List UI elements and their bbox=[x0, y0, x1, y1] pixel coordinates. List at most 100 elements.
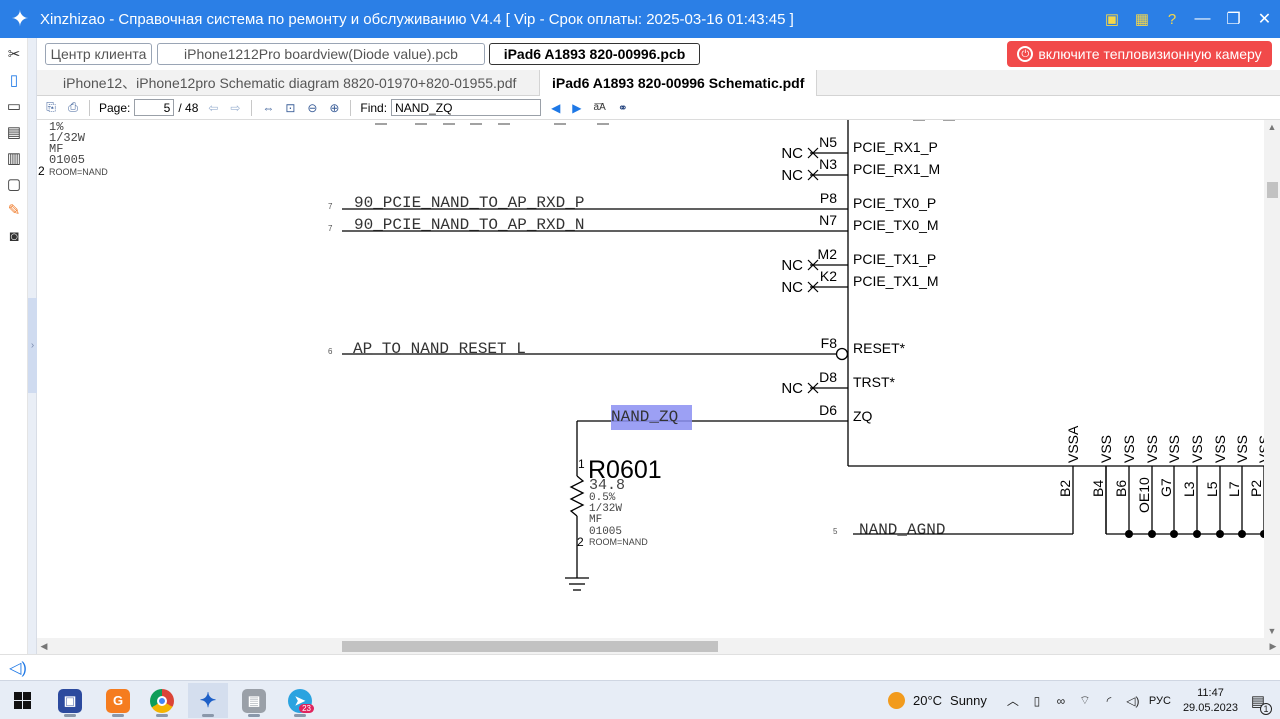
bottom-pin-name: VSS bbox=[1212, 435, 1228, 463]
speaker-icon[interactable]: ◁) bbox=[8, 658, 28, 678]
bottom-pin-name: VSSA bbox=[1065, 425, 1081, 463]
net-label-reset[interactable]: AP_TO_NAND_RESET_L bbox=[353, 340, 526, 358]
horizontal-scrollbar[interactable]: ◀ ▶ bbox=[37, 638, 1280, 654]
notification-count: 1 bbox=[1260, 702, 1272, 715]
toolbar-divider bbox=[350, 99, 352, 116]
page-input[interactable] bbox=[134, 99, 175, 116]
zoom-out-icon[interactable]: ⊖ bbox=[303, 99, 321, 117]
link-icon[interactable]: ∞ bbox=[1051, 694, 1071, 708]
zoom-in-icon[interactable]: ⊕ bbox=[325, 99, 343, 117]
clock[interactable]: 11:47 29.05.2023 bbox=[1183, 686, 1238, 716]
restore-button[interactable]: ❐ bbox=[1218, 0, 1249, 38]
tab-ipad6-boardview[interactable]: iPad6 A1893 820-00996.pcb bbox=[489, 43, 700, 65]
pin-number: M2 bbox=[818, 246, 838, 262]
taskbar-app-tool[interactable]: ▤ bbox=[234, 683, 274, 718]
cropped-net-fragment bbox=[375, 120, 955, 125]
find-next-icon[interactable]: ▶ bbox=[572, 101, 581, 115]
taskbar-app-telegram[interactable]: ➤ 23 bbox=[280, 683, 320, 718]
tab-iphone12-boardview[interactable]: iPhone1212Pro boardview(Diode value).pcb bbox=[157, 43, 485, 65]
expand-panel-handle[interactable]: › bbox=[28, 298, 37, 393]
open-file-icon[interactable]: ⎘ bbox=[42, 99, 60, 117]
save-copy-icon[interactable]: ⎙ bbox=[64, 99, 82, 117]
pin-name: PCIE_TX0_P bbox=[853, 195, 936, 211]
sun-icon bbox=[887, 692, 905, 709]
taskbar-app-xinzhizao[interactable]: ✦ bbox=[188, 683, 228, 718]
bottom-pin-name: VSS bbox=[1189, 435, 1205, 463]
pin-name: PCIE_TX1_P bbox=[853, 251, 936, 267]
help-icon[interactable]: ? bbox=[1161, 8, 1183, 30]
net-label-rxd-p[interactable]: 90_PCIE_NAND_TO_AP_RXD_P bbox=[354, 194, 584, 212]
weather-widget[interactable]: 20°C Sunny bbox=[887, 692, 987, 709]
telegram-badge: 23 bbox=[299, 704, 314, 713]
taskbar-app-orange[interactable]: G bbox=[98, 683, 138, 718]
scroll-right-icon[interactable]: ▶ bbox=[1266, 638, 1280, 654]
network-icon[interactable]: ⌔ bbox=[1075, 693, 1095, 708]
pdf-toolbar: ⎘ ⎙ Page: / 48 ⇦ ⇨ ⇔ ⊡ ⊖ ⊕ Find: ◀ ▶ a͞A… bbox=[37, 96, 1280, 120]
toolbar-divider bbox=[89, 99, 90, 116]
pin-number: F8 bbox=[821, 335, 838, 351]
find-input[interactable] bbox=[391, 99, 542, 116]
bottom-pin-number: B4 bbox=[1090, 480, 1106, 497]
pin-number: D8 bbox=[819, 369, 837, 385]
scroll-left-icon[interactable]: ◀ bbox=[37, 638, 51, 654]
floppy-disk-icon: ▣ bbox=[58, 688, 82, 713]
language-indicator[interactable]: РУС bbox=[1149, 695, 1171, 707]
thermal-camera-button[interactable]: ⏻ включите тепловизионную камеру bbox=[1007, 41, 1272, 67]
net-sheet-ref: 7 bbox=[328, 202, 333, 211]
minimize-button[interactable]: — bbox=[1187, 0, 1218, 38]
pin-name: PCIE_RX1_M bbox=[853, 161, 940, 177]
schematic-view[interactable]: 1% 1/32W MF 01005 2 ROOM=NAND NC NC NC N… bbox=[37, 120, 1264, 638]
bottom-pin-name: VSS bbox=[1256, 435, 1264, 463]
monitor-icon[interactable]: ▥ bbox=[0, 145, 28, 171]
net-label-zq[interactable]: NAND_ZQ bbox=[611, 408, 678, 426]
schematic-canvas[interactable]: 1% 1/32W MF 01005 2 ROOM=NAND NC NC NC N… bbox=[37, 120, 1264, 638]
resistor-r0601-symbol[interactable] bbox=[565, 470, 589, 591]
device-icon[interactable]: ▯ bbox=[1027, 694, 1047, 708]
find-label: Find: bbox=[360, 100, 388, 115]
scroll-down-icon[interactable]: ▼ bbox=[1264, 624, 1280, 638]
prev-page-icon[interactable]: ⇦ bbox=[204, 99, 222, 117]
net-label-agnd[interactable]: NAND_AGND bbox=[859, 521, 945, 539]
match-case-icon[interactable]: a͞A bbox=[594, 102, 606, 113]
tools-icon[interactable]: ✂ bbox=[0, 41, 28, 67]
wifi-icon[interactable]: ◜ bbox=[1099, 694, 1119, 708]
briefcase-icon[interactable]: ▣ bbox=[1101, 8, 1123, 30]
document-tabs: iPhone12、iPhone12pro Schematic diagram 8… bbox=[37, 70, 1280, 96]
find-binoculars-icon[interactable]: ⚭ bbox=[618, 101, 628, 115]
start-button[interactable] bbox=[2, 683, 42, 718]
volume-icon[interactable]: ◁) bbox=[1123, 694, 1143, 708]
laptop-icon[interactable]: ▭ bbox=[0, 93, 28, 119]
calendar-icon[interactable]: ▦ bbox=[1131, 8, 1153, 30]
notifications-icon[interactable]: ▤ 1 bbox=[1248, 692, 1272, 715]
taskbar-app-save[interactable]: ▣ bbox=[50, 683, 90, 718]
toolbox-icon: ▤ bbox=[242, 688, 266, 713]
weather-temp: 20°C bbox=[912, 693, 943, 708]
repair-icon[interactable]: ✎ bbox=[0, 197, 28, 223]
vertical-scroll-thumb[interactable] bbox=[1267, 182, 1278, 198]
horizontal-scroll-thumb[interactable] bbox=[342, 641, 718, 652]
tab-ipad6-schematic[interactable]: iPad6 A1893 820-00996 Schematic.pdf bbox=[539, 70, 818, 96]
bottom-pin-number: OE10 bbox=[1136, 477, 1152, 513]
resistor-pin1: 1 bbox=[578, 457, 585, 471]
desktop-icon[interactable]: ▤ bbox=[0, 119, 28, 145]
nc-label: NC bbox=[781, 257, 803, 274]
nc-markers bbox=[807, 147, 819, 394]
tab-client-center[interactable]: Центр клиента bbox=[45, 43, 152, 65]
close-button[interactable]: ✕ bbox=[1249, 0, 1280, 38]
phone-icon[interactable]: ▯ bbox=[0, 67, 28, 93]
fit-width-icon[interactable]: ⇔ bbox=[259, 99, 277, 117]
taskbar-app-chrome[interactable] bbox=[142, 683, 182, 718]
camera-icon[interactable]: ◙ bbox=[0, 223, 28, 249]
next-page-icon[interactable]: ⇨ bbox=[226, 99, 244, 117]
fit-page-icon[interactable]: ⊡ bbox=[281, 99, 299, 117]
window-title: Xinzhizao - Справочная система по ремонт… bbox=[40, 10, 794, 28]
net-label-rxd-n[interactable]: 90_PCIE_NAND_TO_AP_RXD_N bbox=[354, 216, 584, 234]
tv-icon[interactable]: ▢ bbox=[0, 171, 28, 197]
scroll-up-icon[interactable]: ▲ bbox=[1264, 120, 1280, 134]
bottom-pin-name: VSS bbox=[1234, 435, 1250, 463]
page-label: Page: bbox=[99, 100, 131, 115]
chevron-up-icon[interactable]: ︿ bbox=[1003, 692, 1023, 709]
tab-iphone12-schematic[interactable]: iPhone12、iPhone12pro Schematic diagram 8… bbox=[51, 70, 528, 96]
find-previous-icon[interactable]: ◀ bbox=[551, 101, 560, 115]
vertical-scrollbar[interactable]: ▲ ▼ bbox=[1264, 120, 1280, 638]
